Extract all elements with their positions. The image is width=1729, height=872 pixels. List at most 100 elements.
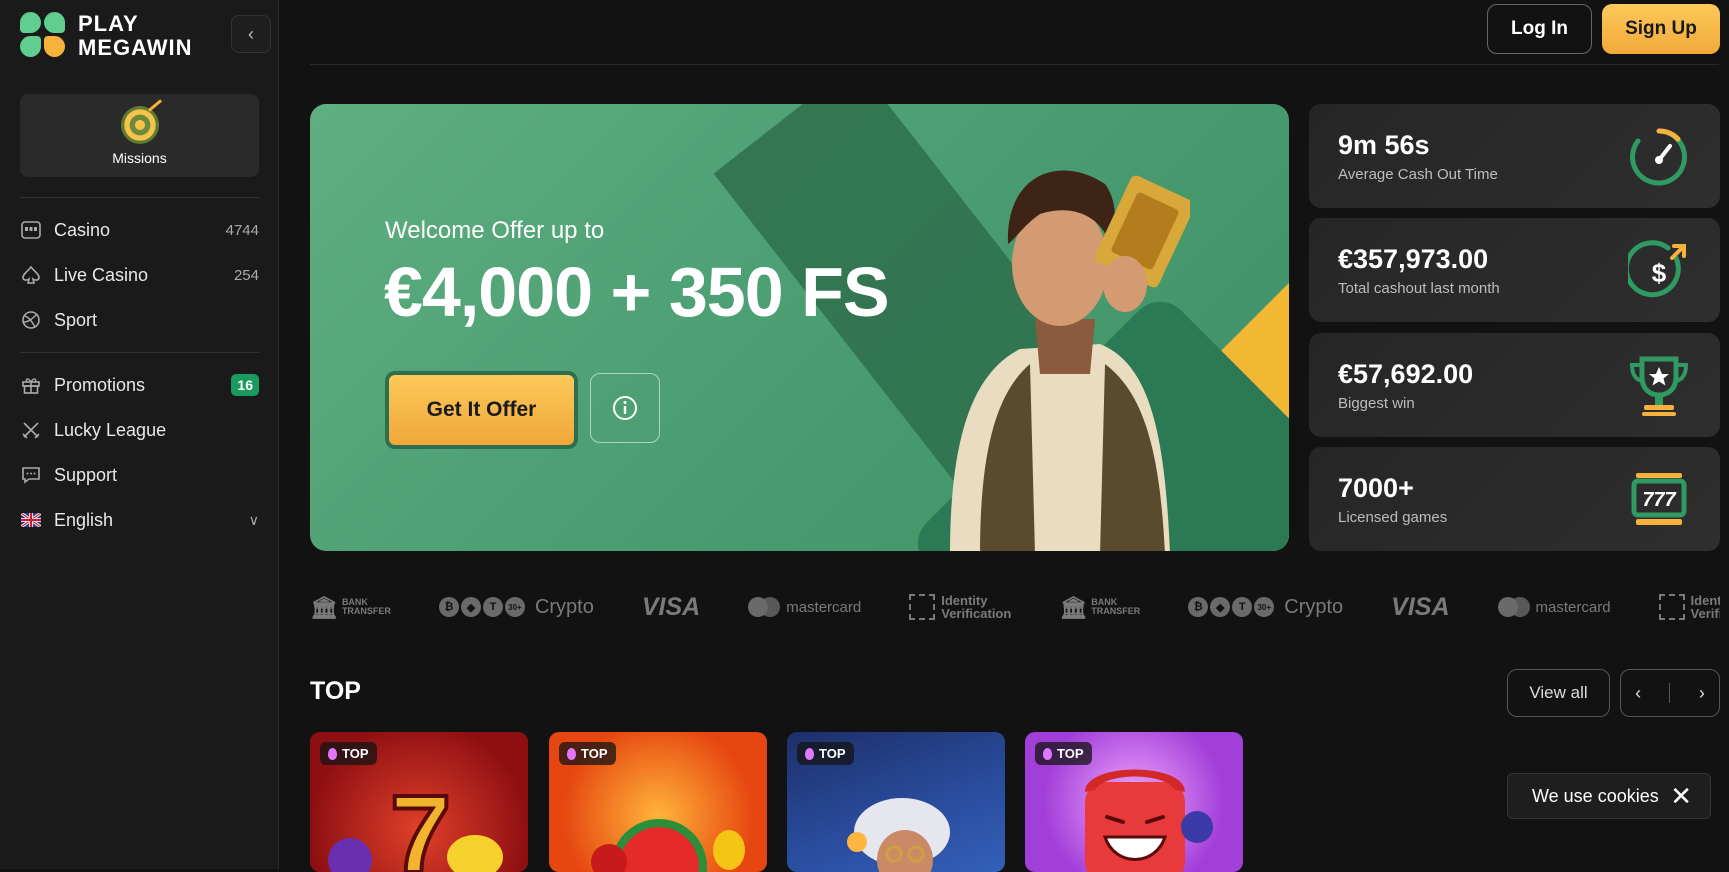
live-casino-count: 254 (233, 266, 259, 284)
qr-icon (909, 594, 936, 620)
sidebar-item-casino[interactable]: Casino 4744 (20, 212, 259, 248)
ethereum-icon: ◆ (1210, 597, 1231, 617)
bitcoin-icon: ₿ (438, 597, 459, 617)
sidebar-item-promotions[interactable]: Promotions 16 (20, 367, 259, 403)
signup-button[interactable]: Sign Up (1602, 4, 1720, 54)
stat-value: 7000+ (1338, 473, 1414, 503)
hero-banner[interactable]: Welcome Offer up to €4,000 + 350 FS Get … (310, 104, 1289, 551)
stat-value: €57,692.00 (1338, 359, 1474, 389)
hero-title: €4,000 + 350 FS (384, 253, 890, 331)
casino-count: 4744 (225, 221, 259, 239)
divider (20, 352, 259, 353)
sport-ball-icon (20, 309, 42, 331)
info-icon (613, 396, 637, 420)
svg-text:777: 777 (1642, 489, 1676, 511)
payment-methods-strip: 🏛︎ BANK TRANSFER ₿ ◆ T 30+ Crypto VISA maste… (310, 587, 1720, 627)
svg-text:7: 7 (390, 773, 451, 872)
sidebar-item-label: Support (54, 464, 118, 485)
gift-icon (20, 374, 42, 396)
sidebar-item-label: Promotions (54, 374, 146, 395)
sidebar-item-live-casino[interactable]: Live Casino 254 (20, 257, 259, 293)
language-selector[interactable]: English ∨ (20, 502, 259, 538)
sidebar-item-label: Lucky League (54, 419, 167, 440)
view-all-button[interactable]: View all (1507, 669, 1610, 717)
casino-icon (20, 219, 42, 241)
stat-card-licensed-games: 7000+ Licensed games 777 (1309, 447, 1720, 551)
ethereum-icon: ◆ (460, 597, 481, 617)
stat-label: Licensed games (1338, 509, 1448, 526)
bank-transfer-logo: 🏛︎ BANK TRANSFER (310, 594, 391, 620)
sidebar-item-sport[interactable]: Sport (20, 302, 259, 338)
get-offer-button[interactable]: Get It Offer (385, 371, 578, 449)
bitcoin-icon: ₿ (1188, 597, 1209, 617)
stat-card-biggest-win: €57,692.00 Biggest win (1309, 333, 1720, 437)
login-button[interactable]: Log In (1487, 4, 1592, 54)
visa-logo: VISA (1391, 592, 1450, 621)
missions-button[interactable]: Missions (20, 94, 259, 177)
section-title: TOP (310, 677, 361, 705)
cookie-banner: We use cookies ✕ (1507, 773, 1711, 819)
chevron-right-icon[interactable]: › (1699, 683, 1705, 704)
spade-icon (20, 264, 42, 286)
stat-label: Average Cash Out Time (1338, 166, 1498, 183)
game-card[interactable]: 7 TOP (310, 732, 528, 872)
qr-icon (1658, 594, 1685, 620)
dollar-arrow-icon: $ (1628, 240, 1686, 298)
logo[interactable]: PLAY MEGAWIN (20, 12, 193, 60)
chevron-down-icon: ∨ (248, 511, 259, 528)
sidebar-item-support[interactable]: Support (20, 457, 259, 493)
bank-icon: 🏛︎ (310, 594, 338, 620)
crypto-logo: ₿ ◆ T 30+ Crypto (438, 596, 594, 619)
more-coins-icon: 30+ (504, 597, 525, 617)
missions-label: Missions (112, 149, 167, 166)
chat-icon (20, 464, 42, 486)
divider (20, 197, 259, 198)
bank-transfer-logo: 🏛︎ BANK TRANSFER (1059, 594, 1141, 620)
clover-logo-icon (20, 12, 66, 60)
chevron-left-icon[interactable]: ‹ (1635, 683, 1641, 704)
top-badge: TOP (320, 742, 377, 765)
crossed-swords-icon (20, 419, 42, 441)
carousel-nav: ‹ › (1620, 669, 1720, 717)
top-badge: TOP (797, 742, 854, 765)
game-card[interactable]: TOP (787, 732, 1005, 872)
brand-name: PLAY MEGAWIN (78, 11, 193, 60)
stat-card-total-cashout: €357,973.00 Total cashout last month $ (1309, 218, 1720, 322)
target-icon (120, 105, 159, 144)
speedometer-icon (1630, 128, 1687, 186)
main-content: Log In Sign Up Welcome Offer up to €4,00… (279, 0, 1729, 872)
stat-value: €357,973.00 (1338, 244, 1489, 274)
sidebar-item-lucky-league[interactable]: Lucky League (20, 412, 259, 448)
sidebar: PLAY MEGAWIN ‹ Missions Casino 4744 Live… (0, 0, 279, 869)
slot-777-icon: 777 (1631, 473, 1687, 525)
uk-flag-icon (20, 509, 42, 531)
language-label: English (54, 509, 114, 530)
identity-verification-logo: IdentityVerification (909, 594, 1011, 620)
stat-label: Biggest win (1338, 395, 1415, 412)
sidebar-item-label: Sport (54, 309, 98, 330)
bank-icon: 🏛︎ (1059, 594, 1088, 620)
stat-card-cashout-time: 9m 56s Average Cash Out Time (1309, 104, 1720, 208)
sidebar-item-label: Live Casino (54, 264, 149, 285)
top-badge: TOP (559, 742, 616, 765)
game-card[interactable]: TOP (549, 732, 767, 872)
mastercard-logo: mastercard (1497, 597, 1611, 617)
cookie-text: We use cookies (1532, 785, 1659, 806)
mastercard-logo: mastercard (748, 597, 861, 617)
hero-subtitle: Welcome Offer up to (385, 217, 605, 244)
chevron-left-icon: ‹ (248, 23, 254, 44)
promotions-badge: 16 (231, 374, 259, 396)
identity-verification-logo: IdentityVerification (1658, 594, 1720, 620)
stat-label: Total cashout last month (1338, 280, 1500, 297)
trophy-icon (1629, 356, 1689, 416)
collapse-sidebar-button[interactable]: ‹ (231, 15, 271, 53)
tether-icon: T (1232, 597, 1253, 617)
crypto-logo: ₿ ◆ T 30+ Crypto (1188, 596, 1343, 619)
sidebar-item-label: Casino (54, 219, 111, 240)
close-icon[interactable]: ✕ (1670, 783, 1692, 809)
offer-info-button[interactable] (590, 373, 660, 443)
game-card[interactable]: TOP (1025, 732, 1243, 872)
svg-text:$: $ (1652, 258, 1667, 288)
hero-character-image (950, 170, 1190, 551)
visa-logo: VISA (641, 592, 701, 621)
